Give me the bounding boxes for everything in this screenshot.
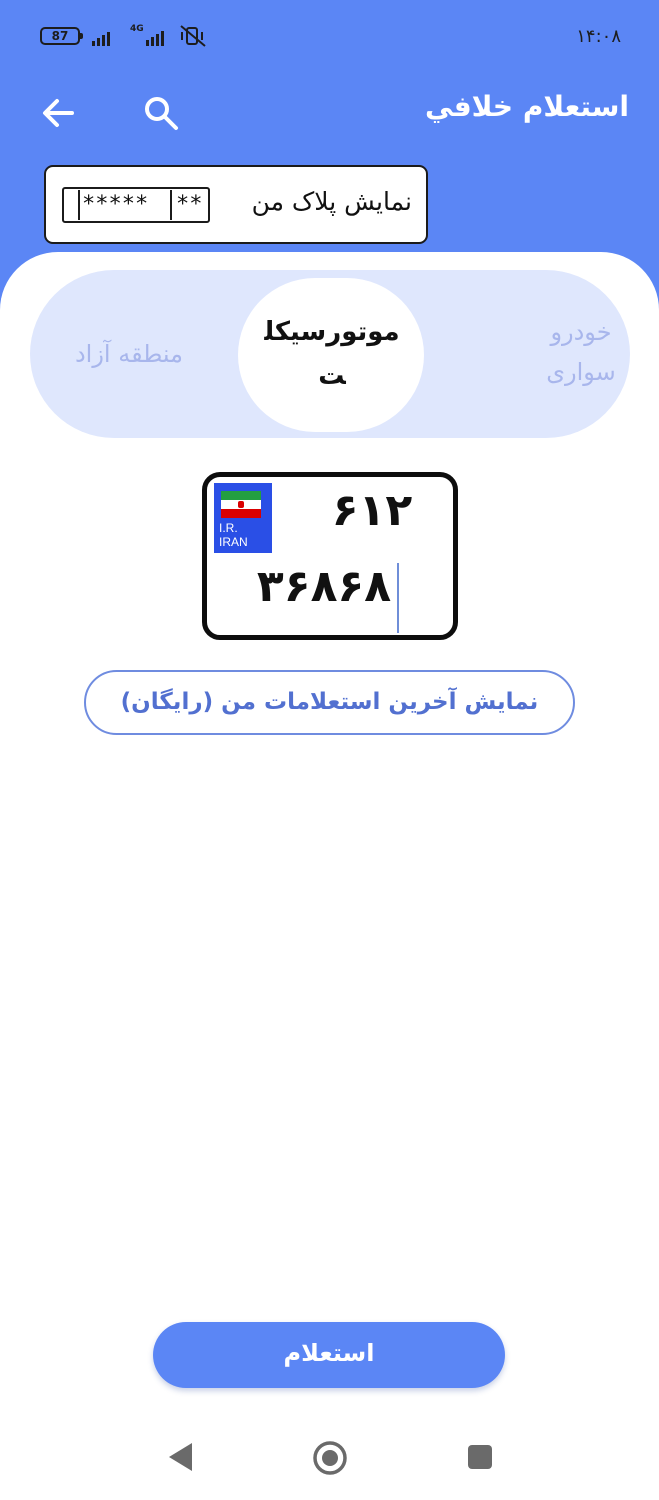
plate-bottom-number[interactable]: ۳۶۸۶۸ — [249, 561, 399, 612]
show-my-plate-label: نمایش پلاک من — [251, 187, 412, 216]
vibrate-off-icon — [180, 25, 206, 47]
plate-top-number[interactable]: ۶۱۲ — [317, 485, 427, 536]
tab-car[interactable]: خودرو سواری — [531, 312, 631, 392]
nav-recents-icon[interactable] — [466, 1443, 494, 1471]
masked-plate-middle: ***** — [82, 192, 149, 217]
page-title: استعلام خلافي — [425, 90, 629, 123]
inquiry-submit-button[interactable]: استعلام — [153, 1322, 505, 1388]
plate-country-text: I.R. IRAN — [219, 521, 248, 549]
masked-plate-right: ** — [176, 192, 203, 217]
tab-motorcycle-label: موتورسیکلت — [264, 317, 400, 391]
signal-icon-secondary — [146, 28, 164, 46]
battery-indicator: 87 — [40, 27, 83, 45]
signal-icon — [92, 28, 110, 46]
license-plate-input[interactable]: I.R. IRAN ۶۱۲ ۳۶۸۶۸ — [202, 472, 458, 640]
clock: ۱۴:۰۸ — [576, 26, 621, 47]
masked-plate-preview: ***** ** — [62, 187, 210, 223]
plate-country-name: IRAN — [219, 535, 248, 549]
status-bar: 87 4G ۱۴:۰۸ — [0, 0, 659, 72]
nav-home-icon[interactable] — [312, 1440, 348, 1476]
plate-country-code: I.R. — [219, 521, 238, 535]
plate-divider — [170, 190, 172, 220]
plate-divider — [78, 190, 80, 220]
plate-country-strip: I.R. IRAN — [214, 483, 272, 553]
content-card — [0, 252, 659, 1500]
recent-inquiries-button[interactable]: نمایش آخرین استعلامات من (رایگان) — [84, 670, 575, 735]
arrow-left-icon[interactable] — [38, 92, 80, 134]
tab-free-zone[interactable]: منطقه آزاد — [64, 334, 194, 374]
text-cursor — [397, 563, 399, 633]
screen: 87 4G ۱۴:۰۸ استعلام خلافي نمایش پلاک من … — [0, 0, 659, 1500]
search-icon[interactable] — [140, 92, 182, 134]
iran-flag-icon — [221, 491, 261, 518]
network-type-label: 4G — [130, 24, 144, 34]
nav-back-icon[interactable] — [166, 1440, 196, 1474]
show-my-plate-button[interactable]: نمایش پلاک من ***** ** — [44, 165, 428, 244]
